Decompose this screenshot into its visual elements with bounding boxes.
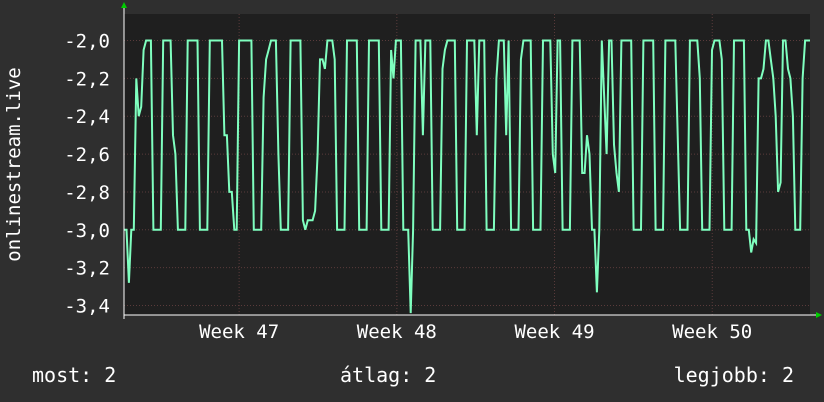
- legend-max: legjobb: 2: [673, 363, 794, 387]
- y-tick-label: -3,0: [64, 220, 110, 242]
- legend-current: most: 2: [32, 363, 117, 387]
- y-axis-arrow: [121, 2, 127, 8]
- y-tick-label: -2,6: [64, 144, 110, 166]
- y-tick-label: -3,2: [64, 258, 110, 280]
- y-tick-label: -2,8: [64, 182, 110, 204]
- x-tick-label: Week 50: [672, 321, 752, 343]
- x-tick-label: Week 49: [514, 321, 594, 343]
- chart: -2,0 -2,2 -2,4 -2,6 -2,8 -3,0 -3,2 -3,4 Week 47…: [3, 2, 822, 343]
- legend-average: átlag: 2: [340, 363, 437, 387]
- x-tick-label: Week 47: [199, 321, 279, 343]
- x-tick-labels: Week 47 Week 48 Week 49 Week 50: [199, 321, 752, 343]
- x-axis-arrow: [816, 312, 822, 318]
- y-axis-title: onlinestream.live: [3, 67, 25, 261]
- y-tick-label: -2,0: [64, 31, 110, 53]
- y-tick-label: -2,4: [64, 106, 110, 128]
- x-tick-label: Week 48: [357, 321, 437, 343]
- y-tick-label: -3,4: [64, 296, 110, 318]
- y-tick-label: -2,2: [64, 68, 110, 90]
- y-tick-labels: -2,0 -2,2 -2,4 -2,6 -2,8 -3,0 -3,2 -3,4: [64, 31, 110, 318]
